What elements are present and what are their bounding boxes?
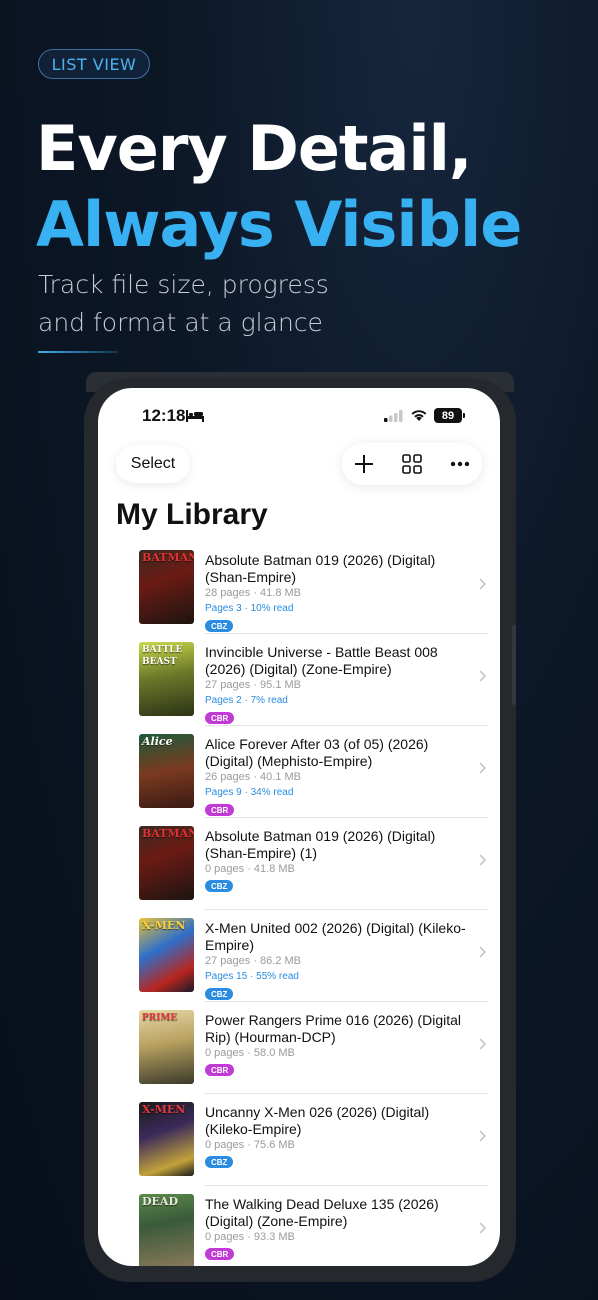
comic-meta: 27 pages · 95.1 MB [205, 679, 302, 691]
read-progress: Pages 9 · 34% read [205, 787, 294, 798]
chevron-right-icon [479, 1222, 486, 1234]
subtitle-line-2: and format at a glance [38, 308, 323, 337]
comic-title: Power Rangers Prime 016 (2026) (Digital … [205, 1012, 461, 1045]
chevron-right-icon [479, 670, 486, 682]
format-badge: CBZ [205, 620, 234, 632]
page-title: My Library [116, 498, 268, 531]
format-badge: CBZ [205, 988, 234, 1000]
bed-icon [186, 410, 204, 422]
list-item[interactable]: BATMAN Absolute Batman 019 (2026) (Digit… [98, 818, 500, 910]
headline-line-2: Always Visible [36, 188, 522, 261]
plus-icon [355, 455, 373, 473]
list-item[interactable]: BATTLE BEAST Invincible Universe - Battl… [98, 634, 500, 726]
list-item[interactable]: BATMAN Absolute Batman 019 (2026) (Digit… [98, 542, 500, 634]
grid-view-button[interactable] [390, 443, 434, 485]
toolbar-actions [342, 443, 482, 485]
comic-title: The Walking Dead Deluxe 135 (2026) (Digi… [205, 1196, 439, 1229]
list-item[interactable]: X-MEN X-Men United 002 (2026) (Digital) … [98, 910, 500, 1002]
format-badge: CBR [205, 804, 235, 816]
read-progress: Pages 3 · 10% read [205, 603, 294, 614]
list-item[interactable]: PRIME Power Rangers Prime 016 (2026) (Di… [98, 1002, 500, 1094]
comic-title: Uncanny X-Men 026 (2026) (Digital) (Kile… [205, 1104, 430, 1137]
read-progress: Pages 15 · 55% read [205, 971, 299, 982]
subtitle-line-1: Track file size, progress [38, 270, 329, 299]
comic-title: X-Men United 002 (2026) (Digital) (Kilek… [205, 920, 466, 953]
grid-icon [402, 454, 422, 474]
comic-title: Invincible Universe - Battle Beast 008 (… [205, 644, 438, 677]
status-time: 12:18 [142, 406, 186, 425]
status-bar: 12:18 89 [98, 388, 500, 444]
list-view-badge: LIST VIEW [38, 49, 150, 79]
comic-meta: 0 pages · 75.6 MB [205, 1139, 295, 1151]
comic-meta: 0 pages · 41.8 MB [205, 863, 295, 875]
format-badge: CBR [205, 712, 235, 724]
list-item[interactable]: DEAD The Walking Dead Deluxe 135 (2026) … [98, 1186, 500, 1266]
comic-title: Absolute Batman 019 (2026) (Digital) (Sh… [205, 552, 436, 585]
format-badge: CBZ [205, 880, 234, 892]
comic-cover: BATMAN [139, 550, 194, 624]
cover-title: DEAD [142, 1195, 178, 1208]
chevron-right-icon [479, 762, 486, 774]
chevron-right-icon [479, 578, 486, 590]
phone-side-button [512, 625, 516, 705]
cover-title: X-MEN [142, 1103, 186, 1116]
cover-title: X-MEN [142, 919, 186, 932]
format-badge: CBR [205, 1064, 235, 1076]
headline-line-1: Every Detail, [36, 112, 472, 185]
comic-meta: 0 pages · 58.0 MB [205, 1047, 295, 1059]
battery-indicator: 89 [434, 408, 465, 423]
wifi-icon [411, 410, 427, 421]
cover-title: BATMAN [142, 551, 194, 564]
comic-cover: X-MEN [139, 918, 194, 992]
comic-cover: X-MEN [139, 1102, 194, 1176]
comic-cover: BATTLE BEAST [139, 642, 194, 716]
comic-meta: 26 pages · 40.1 MB [205, 771, 302, 783]
comic-cover: PRIME [139, 1010, 194, 1084]
comic-title: Alice Forever After 03 (of 05) (2026) (D… [205, 736, 429, 769]
add-button[interactable] [342, 443, 386, 485]
format-badge: CBR [205, 1248, 235, 1260]
chevron-right-icon [479, 1038, 486, 1050]
chevron-right-icon [479, 946, 486, 958]
phone-screen: 12:18 89 Select My Library BATMAN Absolu… [98, 388, 500, 1266]
comic-cover: DEAD [139, 1194, 194, 1266]
chevron-right-icon [479, 1130, 486, 1142]
select-button[interactable]: Select [116, 445, 190, 483]
list-item[interactable]: X-MEN Uncanny X-Men 026 (2026) (Digital)… [98, 1094, 500, 1186]
cover-title: BATMAN [142, 827, 194, 840]
comic-meta: 0 pages · 93.3 MB [205, 1231, 295, 1243]
cover-title: Alice [142, 735, 173, 748]
read-progress: Pages 2 · 7% read [205, 695, 288, 706]
more-button[interactable] [438, 443, 482, 485]
library-list: BATMAN Absolute Batman 019 (2026) (Digit… [98, 542, 500, 1266]
format-badge: CBZ [205, 1156, 234, 1168]
cover-title: BATTLE BEAST [142, 645, 183, 667]
signal-icon [384, 410, 403, 422]
comic-cover: BATMAN [139, 826, 194, 900]
ellipsis-icon [450, 461, 470, 467]
comic-cover: Alice [139, 734, 194, 808]
cover-title: PRIME [142, 1013, 178, 1023]
comic-meta: 28 pages · 41.8 MB [205, 587, 302, 599]
comic-meta: 27 pages · 86.2 MB [205, 955, 302, 967]
chevron-right-icon [479, 854, 486, 866]
list-item[interactable]: Alice Alice Forever After 03 (of 05) (20… [98, 726, 500, 818]
subtitle: Track file size, progress and format at … [38, 266, 368, 342]
comic-title: Absolute Batman 019 (2026) (Digital) (Sh… [205, 828, 436, 861]
accent-divider [38, 351, 118, 353]
